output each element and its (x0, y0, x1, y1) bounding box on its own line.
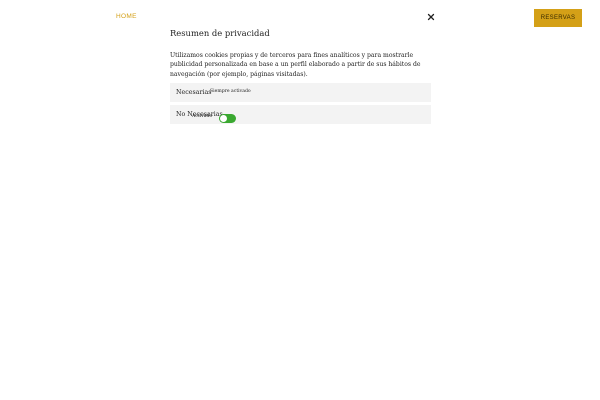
close-icon (427, 13, 435, 21)
no-necesarias-toggle[interactable] (219, 114, 236, 123)
modal-title: Resumen de privacidad (170, 28, 270, 38)
always-enabled-status: Siempre activado (210, 89, 251, 94)
nav-home-link[interactable]: HOME (116, 13, 137, 20)
category-label[interactable]: Necesarias (176, 89, 212, 96)
toggle-status-text: Activado (192, 114, 213, 119)
reservas-button[interactable]: RESERVAS (534, 9, 582, 27)
category-no-necesarias[interactable]: No Necesarias Activado (170, 105, 431, 124)
modal-description: Utilizamos cookies propias y de terceros… (170, 52, 421, 78)
toggle-knob (220, 115, 227, 122)
category-necesarias[interactable]: Necesarias Siempre activado (170, 83, 431, 102)
close-button[interactable] (424, 10, 438, 24)
